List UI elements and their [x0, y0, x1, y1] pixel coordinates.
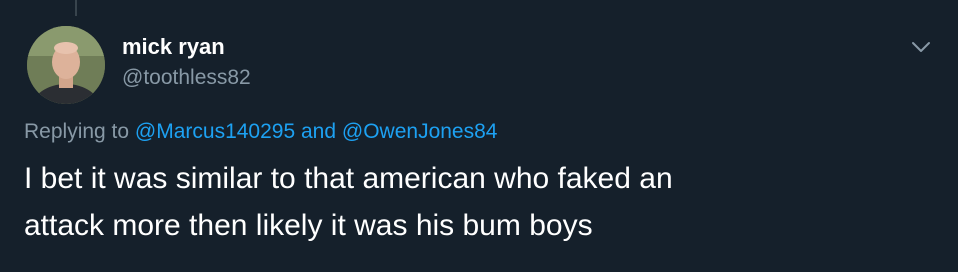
replying-to-label: Replying to	[24, 120, 130, 143]
tweet-text-line: I bet it was similar to that american wh…	[24, 162, 673, 195]
tweet-text: I bet it was similar to that american wh…	[24, 155, 934, 249]
replying-to-joiner: and	[301, 120, 337, 143]
chevron-down-icon[interactable]	[908, 36, 934, 58]
thread-connector-line	[75, 0, 77, 16]
mention-link-owen[interactable]: @OwenJones84	[342, 120, 498, 143]
mention-link-marcus[interactable]: @Marcus140295	[135, 120, 295, 143]
display-name[interactable]: mick ryan	[122, 34, 225, 60]
user-handle[interactable]: @toothless82	[122, 66, 251, 90]
avatar-photo	[27, 26, 105, 104]
tweet-text-line: attack more then likely it was his bum b…	[24, 209, 593, 242]
replying-to-line: Replying to @Marcus140295 and @OwenJones…	[24, 120, 497, 144]
avatar[interactable]	[27, 26, 105, 104]
